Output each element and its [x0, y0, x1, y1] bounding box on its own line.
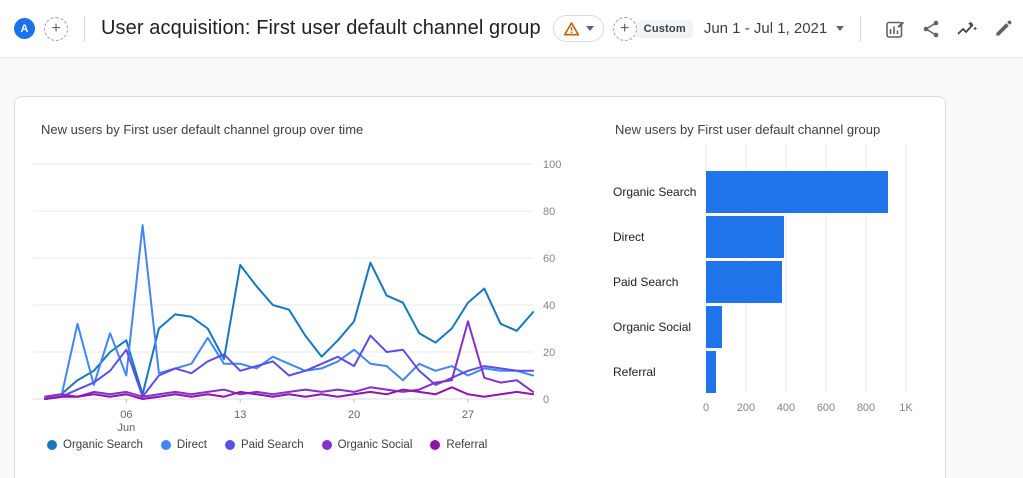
legend-item: Paid Search	[224, 439, 304, 451]
legend-dot-icon	[160, 440, 171, 450]
share-icon	[923, 20, 939, 37]
bar-organic-social[interactable]	[706, 306, 722, 348]
x-axis-label: 600	[817, 402, 835, 414]
insights-icon	[957, 20, 978, 35]
legend-label: Direct	[176, 439, 207, 451]
header-divider	[84, 15, 85, 42]
legend-label: Organic Search	[63, 439, 143, 451]
add-comparison-button[interactable]: +	[44, 16, 68, 41]
x-axis-label: 06	[120, 409, 132, 421]
bar-direct[interactable]	[706, 216, 784, 258]
y-axis-label: 60	[543, 253, 555, 265]
legend-item: Referral	[430, 439, 487, 451]
date-range-type-badge: Custom	[636, 19, 693, 38]
x-axis-label: 20	[348, 409, 360, 421]
y-axis-label: 40	[543, 300, 555, 312]
bar-chart-canvas[interactable]: 0 200 400 600 800 1K Organic Search Direct Paid …	[613, 141, 943, 423]
user-acquisition-card: New users by First user default channel …	[14, 96, 946, 478]
line-chart-title: New users by First user default channel …	[41, 122, 364, 137]
legend-item: Organic Social	[321, 439, 413, 451]
x-axis-label: 400	[777, 402, 795, 414]
legend-dot-icon	[224, 440, 235, 450]
chevron-down-icon	[836, 26, 845, 31]
bar-referral[interactable]	[706, 351, 716, 393]
bar-paid-search[interactable]	[706, 261, 782, 303]
legend-dot-icon	[430, 440, 441, 450]
bar-chart-title: New users by First user default channel …	[615, 122, 881, 137]
y-axis-label: 20	[543, 347, 555, 359]
share-button[interactable]	[913, 11, 949, 47]
data-quality-button[interactable]	[552, 15, 604, 42]
page-title: User acquisition: First user default cha…	[101, 17, 541, 39]
date-range-picker[interactable]: Jun 1 - Jul 1, 2021	[703, 20, 845, 37]
legend-label: Paid Search	[240, 439, 304, 451]
date-range-text: Jun 1 - Jul 1, 2021	[703, 20, 828, 37]
legend-dot-icon	[321, 440, 332, 450]
bar-category-label: Paid Search	[613, 275, 678, 289]
line-series-direct[interactable]	[44, 224, 535, 400]
x-axis-label: 200	[737, 402, 755, 414]
legend-item: Organic Search	[47, 439, 143, 451]
y-axis-label: 0	[543, 394, 549, 406]
line-chart-canvas[interactable]: 0 20 40 60 80 100 06Jun 13 20 27	[33, 145, 573, 435]
x-axis-label: 27	[462, 409, 474, 421]
line-chart-legend: Organic Search Direct Paid Search Organic S…	[47, 439, 487, 451]
x-axis-month-label: Jun	[117, 422, 135, 434]
x-axis-label: 13	[234, 409, 246, 421]
edit-button[interactable]	[985, 11, 1021, 47]
bar-category-label: Organic Social	[613, 320, 691, 334]
bar-category-label: Referral	[613, 365, 656, 379]
line-series-organic-search[interactable]	[44, 261, 535, 398]
x-axis-label: 1K	[899, 402, 913, 414]
warning-icon	[563, 22, 579, 36]
bar-category-label: Organic Search	[613, 185, 696, 199]
bar-organic-search[interactable]	[706, 171, 888, 213]
bar-category-label: Direct	[613, 230, 645, 244]
x-axis-label: 0	[703, 402, 709, 414]
legend-label: Referral	[446, 439, 488, 451]
add-metric-button[interactable]: +	[612, 16, 637, 41]
header-divider	[860, 15, 862, 42]
avatar[interactable]: A	[14, 18, 35, 39]
x-axis-label: 800	[857, 402, 875, 414]
y-axis-label: 100	[543, 159, 561, 171]
report-header: A + User acquisition: First user default…	[0, 0, 1023, 58]
chevron-down-icon	[585, 26, 594, 31]
legend-label: Organic Social	[337, 439, 413, 451]
edit-icon	[996, 20, 1012, 36]
customize-report-button[interactable]	[877, 11, 913, 47]
insights-button[interactable]	[949, 11, 985, 47]
legend-item: Direct	[160, 439, 207, 451]
customize-report-icon	[886, 21, 905, 38]
legend-dot-icon	[47, 440, 57, 450]
y-axis-label: 80	[543, 206, 555, 218]
